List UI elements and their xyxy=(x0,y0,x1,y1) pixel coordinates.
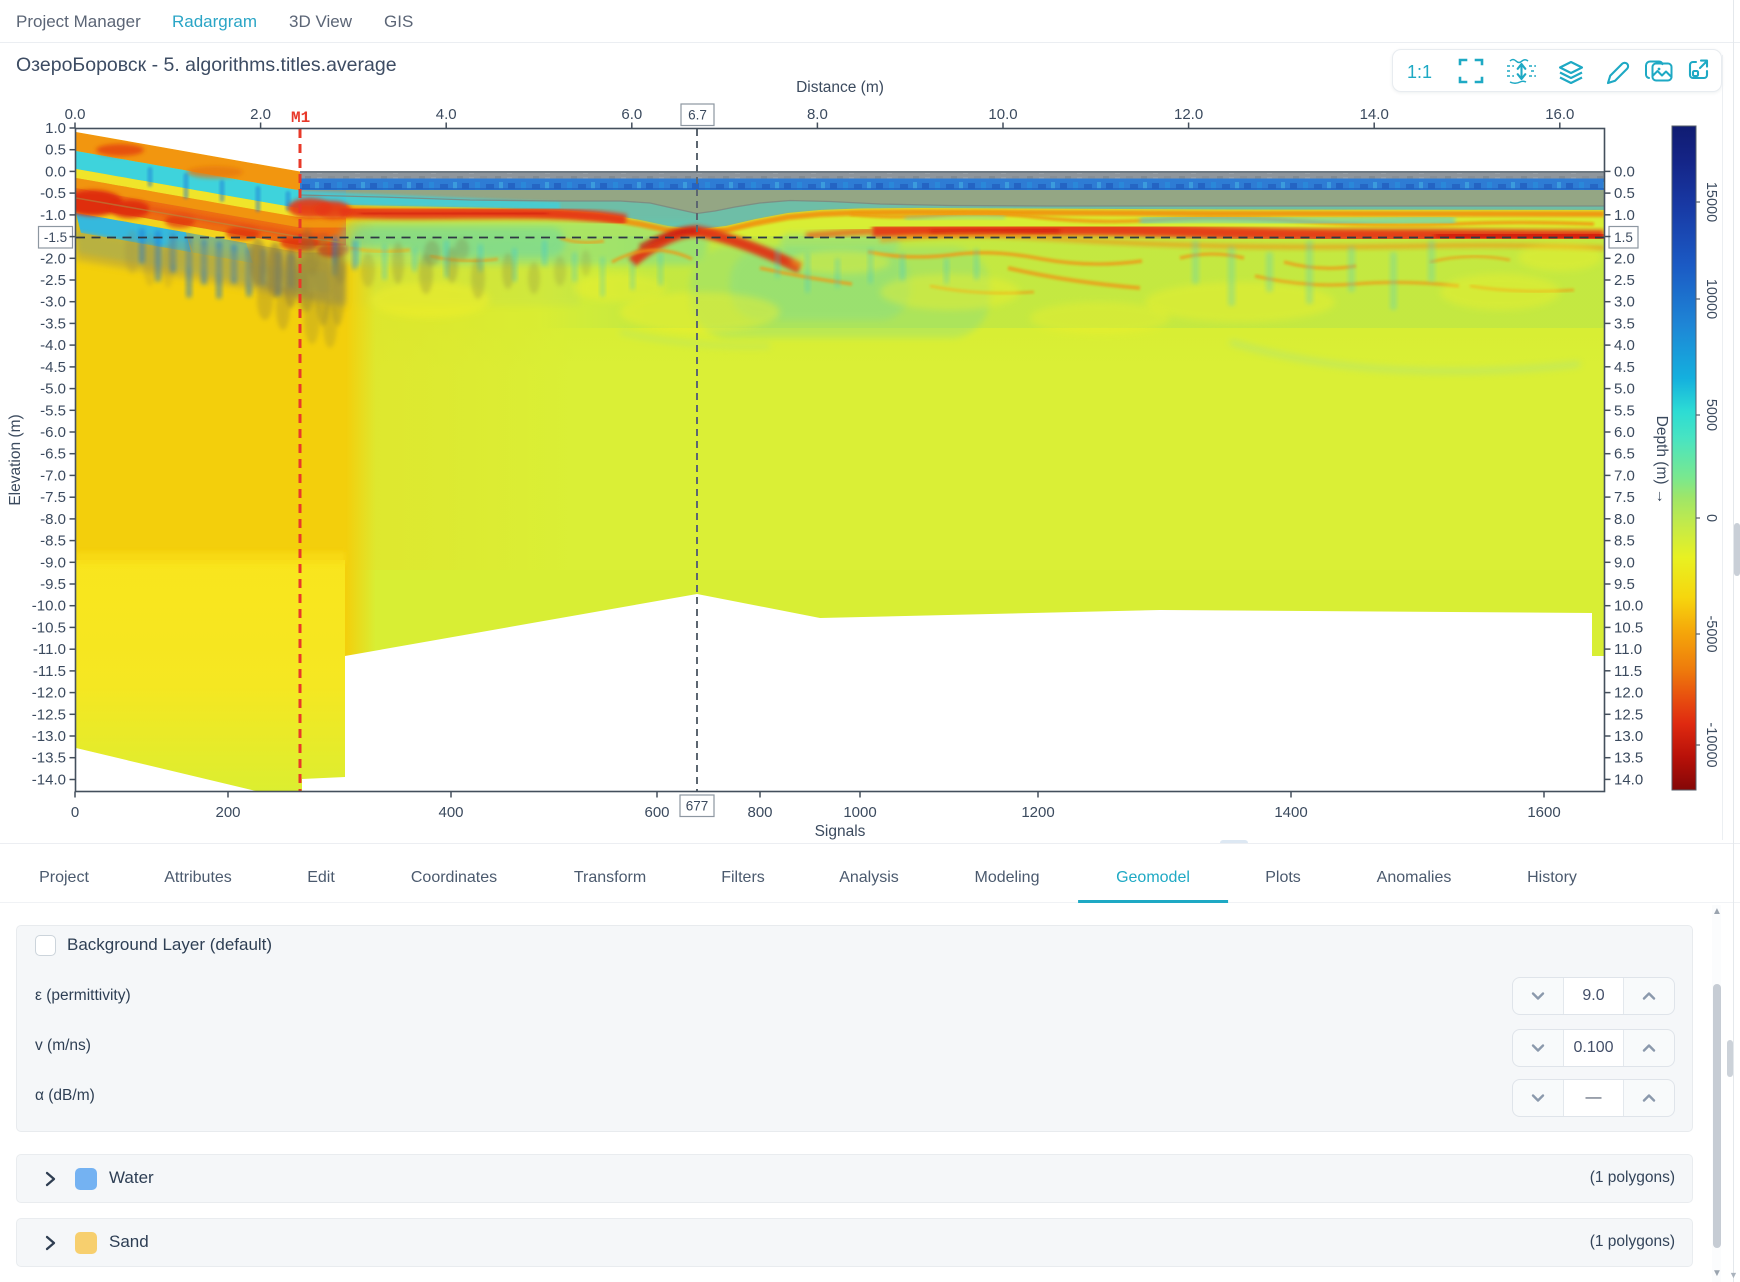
svg-text:14.0: 14.0 xyxy=(1360,106,1389,123)
svg-text:1.0: 1.0 xyxy=(1614,207,1635,224)
svg-text:-11.5: -11.5 xyxy=(33,663,66,680)
svg-text:200: 200 xyxy=(215,804,240,821)
svg-text:10000: 10000 xyxy=(1703,279,1719,319)
svg-text:-10.5: -10.5 xyxy=(32,619,66,636)
svg-text:-12.0: -12.0 xyxy=(32,685,66,702)
svg-text:5.0: 5.0 xyxy=(1614,381,1635,398)
svg-text:0.0: 0.0 xyxy=(45,163,66,180)
svg-text:4.0: 4.0 xyxy=(1614,337,1635,354)
svg-text:-8.5: -8.5 xyxy=(40,533,66,550)
svg-text:16.0: 16.0 xyxy=(1545,106,1574,123)
svg-text:-11.0: -11.0 xyxy=(33,641,66,658)
svg-text:11.5: 11.5 xyxy=(1614,663,1642,680)
svg-text:1.0: 1.0 xyxy=(45,120,66,137)
svg-text:Signals: Signals xyxy=(815,823,866,840)
svg-text:-13.0: -13.0 xyxy=(32,728,66,745)
svg-text:14.0: 14.0 xyxy=(1614,771,1643,788)
svg-text:1.5: 1.5 xyxy=(1614,230,1633,245)
svg-text:-6.0: -6.0 xyxy=(40,424,66,441)
svg-text:-14.0: -14.0 xyxy=(32,772,66,789)
svg-text:600: 600 xyxy=(644,804,669,821)
svg-text:0.0: 0.0 xyxy=(1614,163,1635,180)
svg-text:Distance (m): Distance (m) xyxy=(796,79,884,96)
svg-text:3.0: 3.0 xyxy=(1614,294,1635,311)
svg-text:2.0: 2.0 xyxy=(1614,250,1635,267)
svg-text:10.0: 10.0 xyxy=(1614,598,1643,615)
svg-text:-6.5: -6.5 xyxy=(40,446,66,463)
svg-text:9.0: 9.0 xyxy=(1614,554,1635,571)
svg-text:-1.5: -1.5 xyxy=(44,230,67,245)
svg-text:-3.0: -3.0 xyxy=(40,294,66,311)
svg-text:-2.0: -2.0 xyxy=(40,250,66,267)
svg-text:0.5: 0.5 xyxy=(1614,185,1635,202)
svg-text:800: 800 xyxy=(747,804,772,821)
svg-text:-2.5: -2.5 xyxy=(40,272,66,289)
svg-text:-7.5: -7.5 xyxy=(40,489,66,506)
svg-text:15000: 15000 xyxy=(1703,182,1719,222)
svg-text:-9.0: -9.0 xyxy=(40,554,66,571)
svg-text:M1: M1 xyxy=(291,109,310,127)
svg-text:8.5: 8.5 xyxy=(1614,533,1635,550)
svg-text:Depth (m) →: Depth (m) → xyxy=(1653,416,1670,505)
svg-text:8.0: 8.0 xyxy=(807,106,828,123)
svg-text:2.0: 2.0 xyxy=(250,106,271,123)
svg-text:1400: 1400 xyxy=(1274,804,1307,821)
svg-text:-5.0: -5.0 xyxy=(40,381,66,398)
svg-text:6.0: 6.0 xyxy=(621,106,642,123)
svg-text:-5000: -5000 xyxy=(1703,615,1719,652)
svg-text:13.5: 13.5 xyxy=(1614,750,1643,767)
svg-text:-10000: -10000 xyxy=(1703,722,1719,767)
svg-text:-8.0: -8.0 xyxy=(40,511,66,528)
svg-text:-13.5: -13.5 xyxy=(32,750,66,767)
svg-text:10.0: 10.0 xyxy=(988,106,1017,123)
svg-text:5.5: 5.5 xyxy=(1614,402,1635,419)
svg-text:12.0: 12.0 xyxy=(1614,685,1643,702)
svg-text:1200: 1200 xyxy=(1021,804,1054,821)
svg-text:-1.0: -1.0 xyxy=(40,207,66,224)
svg-text:0.0: 0.0 xyxy=(65,106,86,123)
svg-text:7.0: 7.0 xyxy=(1614,467,1635,484)
svg-text:400: 400 xyxy=(438,804,463,821)
svg-text:Elevation (m): Elevation (m) xyxy=(7,414,24,505)
svg-text:-10.0: -10.0 xyxy=(32,598,66,615)
svg-text:13.0: 13.0 xyxy=(1614,728,1643,745)
svg-text:12.0: 12.0 xyxy=(1174,106,1203,123)
svg-text:-9.5: -9.5 xyxy=(40,576,66,593)
svg-text:0.5: 0.5 xyxy=(45,142,66,159)
svg-text:-4.0: -4.0 xyxy=(40,337,66,354)
svg-text:-7.0: -7.0 xyxy=(40,467,66,484)
svg-text:10.5: 10.5 xyxy=(1614,619,1643,636)
svg-text:0: 0 xyxy=(71,804,79,821)
svg-text:5000: 5000 xyxy=(1703,399,1719,431)
svg-text:-3.5: -3.5 xyxy=(40,315,66,332)
svg-text:1:1: 1:1 xyxy=(1407,62,1432,82)
svg-text:2.5: 2.5 xyxy=(1614,272,1635,289)
svg-text:0: 0 xyxy=(1703,514,1719,522)
svg-text:-0.5: -0.5 xyxy=(40,185,66,202)
svg-text:6.5: 6.5 xyxy=(1614,446,1635,463)
svg-text:-5.5: -5.5 xyxy=(40,402,66,419)
svg-text:4.0: 4.0 xyxy=(436,106,457,123)
svg-text:12.5: 12.5 xyxy=(1614,706,1643,723)
svg-text:-4.5: -4.5 xyxy=(40,359,66,376)
svg-text:8.0: 8.0 xyxy=(1614,511,1635,528)
svg-text:-12.5: -12.5 xyxy=(32,706,66,723)
svg-text:1000: 1000 xyxy=(843,804,876,821)
svg-text:11.0: 11.0 xyxy=(1614,641,1642,658)
svg-text:4.5: 4.5 xyxy=(1614,359,1635,376)
svg-text:6.0: 6.0 xyxy=(1614,424,1635,441)
svg-text:7.5: 7.5 xyxy=(1614,489,1635,506)
svg-text:677: 677 xyxy=(686,798,709,813)
svg-text:6.7: 6.7 xyxy=(688,107,707,122)
svg-text:9.5: 9.5 xyxy=(1614,576,1635,593)
svg-text:3.5: 3.5 xyxy=(1614,315,1635,332)
svg-text:1600: 1600 xyxy=(1527,804,1560,821)
